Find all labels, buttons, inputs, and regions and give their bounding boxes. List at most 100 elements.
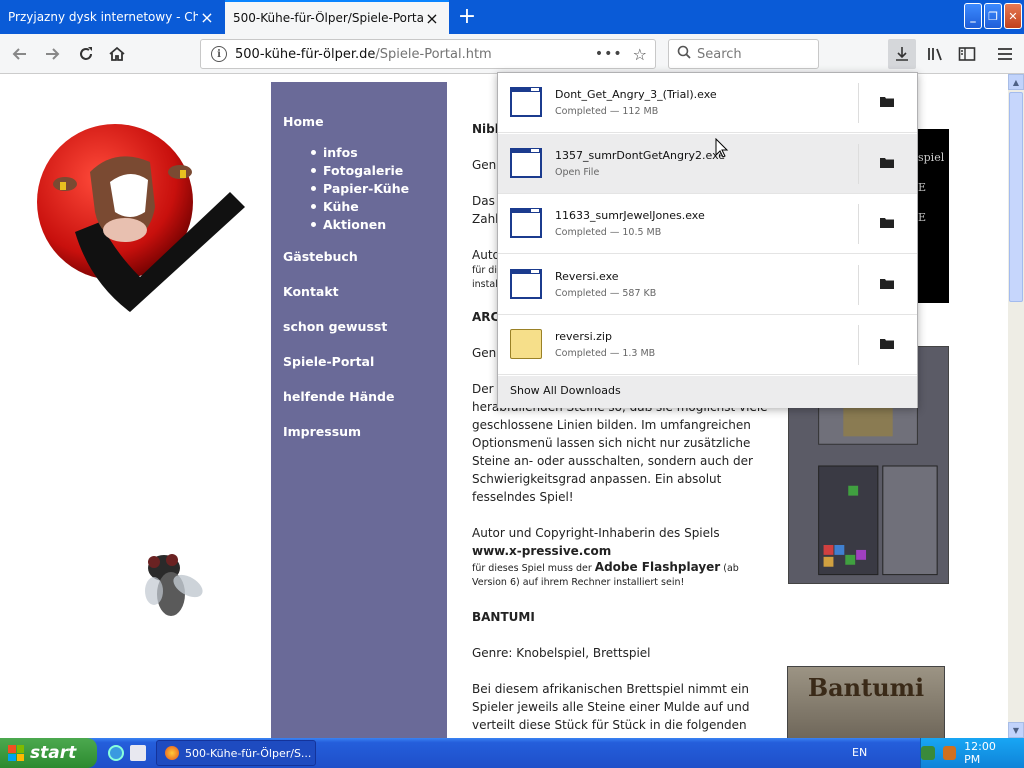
download-status: Completed — 112 MB — [555, 106, 659, 117]
tray-icon[interactable] — [920, 746, 935, 760]
bantumi-thumbnail[interactable]: Bantumi — [787, 666, 945, 738]
back-button[interactable] — [8, 42, 32, 66]
nav-fotogalerie[interactable]: Fotogalerie — [323, 163, 403, 178]
download-status: Completed — 1.3 MB — [555, 348, 656, 359]
page-actions-icon[interactable]: ••• — [595, 46, 623, 62]
system-tray: 12:00 PM — [920, 738, 1024, 768]
reload-button[interactable] — [74, 42, 98, 66]
nav-kontakt[interactable]: Kontakt — [283, 284, 447, 299]
site-navigation: Home infos Fotogalerie Papier-Kühe Kühe … — [271, 82, 447, 738]
scroll-down-button[interactable]: ▼ — [1008, 722, 1024, 738]
task-title: 500-Kühe-für-Ölper/S... — [185, 746, 312, 760]
library-button[interactable] — [924, 42, 948, 66]
taskbar-firefox-window[interactable]: 500-Kühe-für-Ölper/S... — [156, 740, 316, 766]
flashplayer-link[interactable]: Adobe Flashplayer — [595, 560, 720, 574]
close-icon[interactable]: × — [198, 8, 216, 27]
download-filename: 11633_sumrJewelJones.exe — [555, 209, 705, 222]
folder-icon[interactable] — [880, 156, 894, 168]
mouse-cursor-icon — [715, 138, 729, 158]
restore-button[interactable]: ❐ — [984, 3, 1002, 29]
url-bar[interactable]: i 500-kühe-für-ölper.de/Spiele-Portal.ht… — [200, 39, 656, 69]
nav-spiele-portal[interactable]: Spiele-Portal — [283, 354, 447, 369]
tab-spiele-portal[interactable]: 500-Kühe-für-Ölper/Spiele-Portal × — [225, 0, 449, 34]
game-genre: Genre: Knobelspiel, Brettspiel — [472, 646, 651, 660]
tab-strip: Przyjazny dysk internetowy - Chomikuj × … — [0, 0, 1024, 34]
download-item[interactable]: Reversi.exe Completed — 587 KB — [498, 255, 917, 315]
author-text: Autor und Copyright-Inhaberin des Spiels — [472, 526, 720, 540]
folder-icon[interactable] — [880, 337, 894, 349]
scroll-thumb[interactable] — [1009, 92, 1023, 302]
url-host: 500-kühe-für-ölper.de — [235, 46, 376, 62]
start-button[interactable]: start — [0, 738, 97, 768]
forward-button[interactable] — [40, 42, 64, 66]
downloads-panel: Dont_Get_Angry_3_(Trial).exe Completed —… — [497, 72, 918, 408]
library-icon — [928, 48, 942, 61]
tab-title: Przyjazny dysk internetowy - Chomikuj — [8, 10, 198, 24]
reload-icon — [80, 47, 92, 60]
windows-flag-icon — [8, 745, 24, 761]
url-text[interactable]: 500-kühe-für-ölper.de/Spiele-Portal.htm — [235, 47, 595, 62]
game-requirements: für dieses Spiel muss der Adobe Flashpla… — [472, 560, 772, 590]
downloads-button[interactable] — [888, 39, 916, 69]
download-item[interactable]: 1357_sumrDontGetAngry2.exe Open File — [498, 134, 917, 194]
fly-image — [145, 554, 203, 616]
media-player-icon[interactable] — [130, 745, 146, 761]
home-icon — [109, 46, 125, 61]
folder-icon[interactable] — [880, 95, 894, 107]
author-link[interactable]: www.x-pressive.com — [472, 544, 611, 558]
bookmark-star-icon[interactable]: ☆ — [633, 45, 647, 64]
zip-file-icon — [510, 329, 542, 359]
download-item[interactable]: reversi.zip Completed — 1.3 MB — [498, 315, 917, 375]
nav-infos[interactable]: infos — [323, 145, 358, 160]
download-item[interactable]: Dont_Get_Angry_3_(Trial).exe Completed —… — [498, 73, 917, 133]
game-author: Autor und Copyright-Inhaberin des Spiels… — [472, 524, 772, 560]
download-status: Completed — 587 KB — [555, 288, 657, 299]
info-icon[interactable]: i — [211, 46, 227, 62]
nav-papier-kuehe[interactable]: Papier-Kühe — [323, 181, 409, 196]
download-item[interactable]: 11633_sumrJewelJones.exe Completed — 10.… — [498, 194, 917, 254]
nav-sub-item: Papier-Kühe — [311, 179, 447, 197]
close-window-button[interactable]: ✕ — [1004, 3, 1022, 29]
nav-schon-gewusst[interactable]: schon gewusst — [283, 319, 447, 334]
folder-icon[interactable] — [880, 277, 894, 289]
close-icon[interactable]: × — [423, 9, 441, 28]
divider — [858, 144, 859, 184]
download-filename: 1357_sumrDontGetAngry2.exe — [555, 149, 726, 162]
sidebar-button[interactable] — [955, 42, 979, 66]
folder-icon[interactable] — [880, 216, 894, 228]
menu-button[interactable] — [993, 42, 1017, 66]
download-status: Open File — [555, 167, 600, 178]
scroll-up-button[interactable]: ▲ — [1008, 74, 1024, 90]
download-status: Completed — 10.5 MB — [555, 227, 662, 238]
arrow-right-icon — [46, 48, 60, 60]
tab-chomikuj[interactable]: Przyjazny dysk internetowy - Chomikuj × — [0, 0, 224, 34]
show-all-downloads-button[interactable]: Show All Downloads — [498, 376, 917, 408]
download-filename: reversi.zip — [555, 330, 612, 343]
clock[interactable]: 12:00 PM — [964, 740, 1014, 766]
nav-gaestebuch[interactable]: Gästebuch — [283, 249, 447, 264]
thumb-text: spiel — [918, 151, 945, 164]
minimize-button[interactable]: _ — [964, 3, 982, 29]
sidebar-icon — [958, 47, 976, 61]
nav-kuehe[interactable]: Kühe — [323, 199, 359, 214]
home-button[interactable] — [105, 42, 129, 66]
page-scrollbar[interactable]: ▲ ▼ — [1008, 74, 1024, 738]
download-arrow-icon — [896, 47, 908, 61]
nav-aktionen[interactable]: Aktionen — [323, 217, 386, 232]
language-indicator[interactable]: EN — [852, 746, 867, 759]
divider — [858, 204, 859, 244]
navigation-toolbar: i 500-kühe-für-ölper.de/Spiele-Portal.ht… — [0, 34, 1024, 74]
exe-file-icon — [510, 208, 542, 238]
nav-impressum[interactable]: Impressum — [283, 424, 447, 439]
game-thumbnail-dark[interactable]: spiel E E — [916, 129, 949, 303]
game-title: BANTUMI — [472, 610, 535, 624]
nav-home[interactable]: Home — [283, 114, 447, 129]
new-tab-button[interactable]: + — [455, 4, 479, 29]
hamburger-icon — [998, 48, 1012, 60]
nav-helfende-haende[interactable]: helfende Hände — [283, 389, 447, 404]
search-input[interactable] — [697, 46, 807, 62]
search-bar[interactable] — [668, 39, 819, 69]
exe-file-icon — [510, 87, 542, 117]
ie-icon[interactable] — [108, 745, 124, 761]
tray-icon[interactable] — [942, 746, 957, 760]
